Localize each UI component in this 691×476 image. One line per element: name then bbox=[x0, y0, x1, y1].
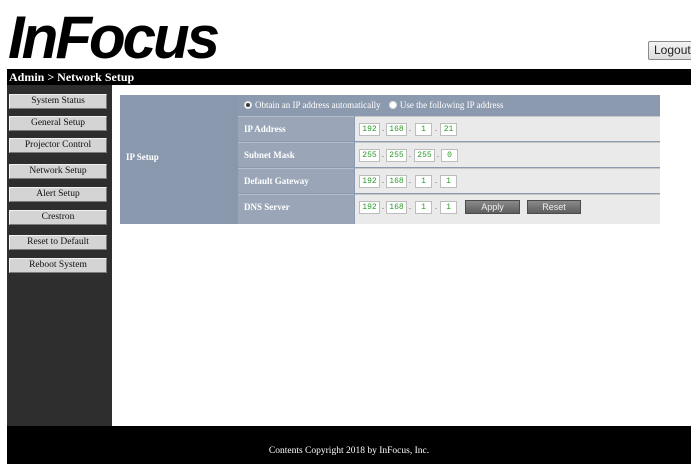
svg-text:InFocus: InFocus bbox=[8, 6, 219, 68]
sidebar-item-system-status[interactable]: System Status bbox=[9, 94, 107, 109]
ip-mode-radio-row: Obtain an IP address automatically Use t… bbox=[238, 95, 660, 116]
subnet-mask-octet-1[interactable]: 255 bbox=[359, 149, 380, 162]
dot-separator: . bbox=[435, 124, 437, 133]
sidebar-item-crestron[interactable]: Crestron bbox=[9, 210, 107, 225]
dot-separator: . bbox=[409, 150, 411, 159]
main-content: IP Setup Obtain an IP address automatica… bbox=[112, 85, 691, 426]
dot-separator: . bbox=[409, 202, 411, 211]
sidebar-nav: System Status General Setup Projector Co… bbox=[7, 85, 112, 426]
subnet-mask-row: Subnet Mask 255 . 255 . 255 . 0 bbox=[238, 142, 660, 167]
subnet-mask-octet-2[interactable]: 255 bbox=[386, 149, 407, 162]
ip-address-label: IP Address bbox=[238, 116, 354, 141]
radio-obtain-auto[interactable]: Obtain an IP address automatically bbox=[244, 100, 383, 110]
dot-separator: . bbox=[382, 202, 384, 211]
dns-server-octet-3[interactable]: 1 bbox=[415, 201, 432, 214]
ip-setup-table: IP Setup Obtain an IP address automatica… bbox=[120, 95, 660, 224]
dot-separator: . bbox=[409, 176, 411, 185]
default-gateway-octet-2[interactable]: 168 bbox=[386, 175, 407, 188]
default-gateway-octet-3[interactable]: 1 bbox=[415, 175, 432, 188]
radio-use-following[interactable]: Use the following IP address bbox=[388, 100, 504, 110]
infocus-logo: InFocus bbox=[8, 6, 222, 68]
copyright-text: Contents Copyright 2018 by InFocus, Inc. bbox=[268, 446, 430, 456]
sidebar-item-reboot-system[interactable]: Reboot System bbox=[9, 258, 107, 273]
sidebar-item-alert-setup[interactable]: Alert Setup bbox=[9, 187, 107, 202]
reset-button[interactable]: Reset bbox=[527, 200, 581, 214]
subnet-mask-octet-4[interactable]: 0 bbox=[441, 149, 458, 162]
dot-separator: . bbox=[382, 124, 384, 133]
dot-separator: . bbox=[409, 124, 411, 133]
ip-setup-label: IP Setup bbox=[126, 152, 159, 162]
dot-separator: . bbox=[437, 150, 439, 159]
radio-obtain-auto-label: Obtain an IP address automatically bbox=[255, 100, 381, 110]
ip-address-inputs: 192 . 168 . 1 . 21 bbox=[355, 116, 660, 141]
ip-address-row: IP Address 192 . 168 . 1 . 21 bbox=[238, 116, 660, 141]
default-gateway-inputs: 192 . 168 . 1 . 1 bbox=[355, 168, 660, 193]
radio-button-checked-icon[interactable] bbox=[244, 101, 252, 110]
dot-separator: . bbox=[382, 150, 384, 159]
ip-address-octet-2[interactable]: 168 bbox=[386, 123, 407, 136]
default-gateway-octet-4[interactable]: 1 bbox=[440, 175, 457, 188]
dns-server-octet-2[interactable]: 168 bbox=[386, 201, 407, 214]
default-gateway-label: Default Gateway bbox=[238, 168, 354, 193]
dns-server-octet-4[interactable]: 1 bbox=[440, 201, 457, 214]
dns-server-row: DNS Server 192 . 168 . 1 . 1 Apply Reset bbox=[238, 194, 660, 224]
default-gateway-row: Default Gateway 192 . 168 . 1 . 1 bbox=[238, 168, 660, 193]
radio-use-following-label: Use the following IP address bbox=[399, 100, 504, 110]
ip-setup-section: IP Setup bbox=[120, 95, 238, 224]
breadcrumb: Admin > Network Setup bbox=[7, 69, 691, 85]
sidebar-item-reset-to-default[interactable]: Reset to Default bbox=[9, 235, 107, 250]
logout-button[interactable]: Logout bbox=[648, 41, 691, 60]
default-gateway-octet-1[interactable]: 192 bbox=[359, 175, 380, 188]
ip-address-octet-1[interactable]: 192 bbox=[359, 123, 380, 136]
subnet-mask-inputs: 255 . 255 . 255 . 0 bbox=[355, 142, 660, 167]
dot-separator: . bbox=[435, 202, 437, 211]
sidebar-item-general-setup[interactable]: General Setup bbox=[9, 116, 107, 131]
ip-address-octet-3[interactable]: 1 bbox=[415, 123, 432, 136]
ip-address-octet-4[interactable]: 21 bbox=[440, 123, 457, 136]
footer: Contents Copyright 2018 by InFocus, Inc. bbox=[7, 426, 691, 464]
sidebar-item-network-setup[interactable]: Network Setup bbox=[9, 164, 107, 179]
sidebar-item-projector-control[interactable]: Projector Control bbox=[9, 138, 107, 153]
apply-button[interactable]: Apply bbox=[465, 200, 520, 214]
dns-server-octet-1[interactable]: 192 bbox=[359, 201, 380, 214]
dot-separator: . bbox=[435, 176, 437, 185]
dns-server-inputs: 192 . 168 . 1 . 1 Apply Reset bbox=[355, 194, 660, 224]
dot-separator: . bbox=[382, 176, 384, 185]
radio-button-unchecked-icon[interactable] bbox=[388, 101, 397, 110]
subnet-mask-label: Subnet Mask bbox=[238, 142, 354, 167]
dns-server-label: DNS Server bbox=[238, 194, 354, 224]
subnet-mask-octet-3[interactable]: 255 bbox=[414, 149, 435, 162]
